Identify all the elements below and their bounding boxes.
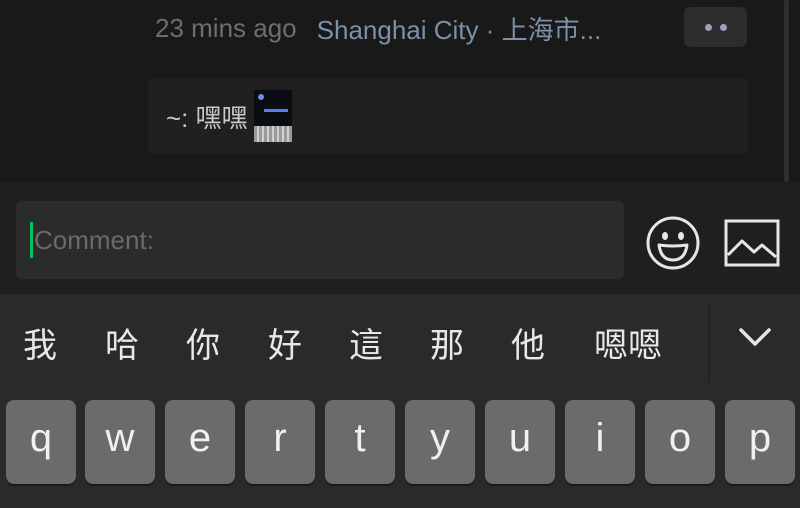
key-i[interactable]: i	[565, 400, 635, 484]
key-o[interactable]: o	[645, 400, 715, 484]
candidate-word[interactable]: 他	[511, 326, 545, 366]
image-icon[interactable]	[724, 219, 780, 267]
candidate-word[interactable]: 你	[186, 326, 220, 366]
key-row: q w e r t y u i o p	[0, 400, 800, 486]
candidate-word[interactable]: 哈	[105, 326, 139, 366]
key-t[interactable]: t	[325, 400, 395, 484]
moments-screen: 23 mins ago Shanghai City · 上海市... ~: 嘿嘿…	[0, 0, 800, 508]
candidate-bar: 我 哈 你 好 這 那 他 嗯嗯	[0, 294, 800, 394]
scrollbar[interactable]	[784, 0, 789, 182]
comment-placeholder: Comment:	[34, 224, 154, 255]
candidate-word[interactable]: 嗯嗯	[594, 326, 662, 366]
comment-bubble[interactable]: ~: 嘿嘿	[148, 78, 748, 154]
dot-icon	[704, 23, 712, 31]
key-r[interactable]: r	[245, 400, 315, 484]
comment-input-bar: Comment:	[0, 182, 800, 294]
candidate-divider	[708, 304, 710, 382]
key-q[interactable]: q	[6, 400, 76, 484]
emoji-icon[interactable]	[645, 215, 701, 271]
moment-meta: 23 mins ago Shanghai City · 上海市...	[155, 8, 695, 48]
keyboard: 我 哈 你 好 這 那 他 嗯嗯 q w e r t y u i o p	[0, 294, 800, 508]
key-p[interactable]: p	[725, 400, 795, 484]
key-e[interactable]: e	[165, 400, 235, 484]
key-w[interactable]: w	[85, 400, 155, 484]
location-link[interactable]: Shanghai City · 上海市...	[317, 10, 602, 47]
comment-text: ~: 嘿嘿	[166, 102, 248, 133]
text-caret	[30, 222, 33, 258]
candidate-word[interactable]: 那	[430, 326, 464, 366]
time-ago: 23 mins ago	[155, 12, 297, 43]
candidate-word[interactable]: 這	[349, 326, 383, 366]
chevron-down-icon[interactable]	[735, 322, 775, 354]
key-y[interactable]: y	[405, 400, 475, 484]
comment-input[interactable]: Comment:	[16, 201, 624, 279]
more-options-button[interactable]	[684, 7, 747, 47]
candidate-word[interactable]: 我	[23, 326, 57, 366]
dot-icon	[719, 23, 727, 31]
sticker-image-icon[interactable]	[253, 90, 292, 142]
key-u[interactable]: u	[485, 400, 555, 484]
candidate-word[interactable]: 好	[268, 326, 302, 366]
